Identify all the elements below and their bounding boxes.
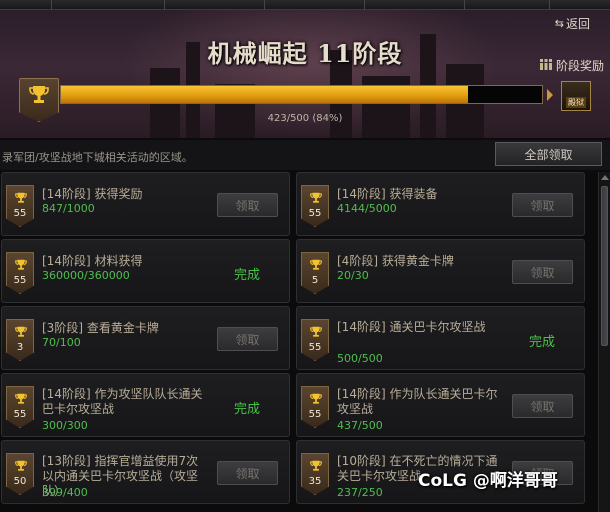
achievement-card: 5 [4阶段] 获得黄金卡牌 20/30 领取 xyxy=(296,239,585,303)
level-number: 55 xyxy=(13,208,27,219)
achievement-title: [4阶段] 获得黄金卡牌 xyxy=(337,254,454,268)
scrollbar[interactable] xyxy=(598,172,610,512)
level-number: 55 xyxy=(308,409,322,420)
watermark: CoLG @啊洋哥哥 xyxy=(418,471,558,491)
achievement-card: 55 [14阶段] 材料获得 360000/360000 完成 xyxy=(1,239,290,303)
achievement-progress: 399/400 xyxy=(42,486,88,499)
trophy-icon xyxy=(29,86,49,103)
trophy-icon xyxy=(309,190,323,209)
return-icon: ⇆ xyxy=(554,17,564,30)
level-number: 50 xyxy=(13,476,27,487)
info-description: 录军团/攻坚战地下城相关活动的区域。 xyxy=(2,151,193,164)
achievement-list: 55 [14阶段] 获得奖励 847/1000 领取 55 [14阶段] 获得装备 4144… xyxy=(0,172,598,512)
level-number: 55 xyxy=(308,342,322,353)
achievement-title: [14阶段] 作为攻坚队队长通关巴卡尔攻坚战 xyxy=(42,387,203,416)
trophy-icon xyxy=(309,257,323,276)
level-number: 35 xyxy=(308,476,322,487)
return-label: 返回 xyxy=(565,17,590,31)
level-badge: 55 xyxy=(301,185,329,227)
trophy-icon xyxy=(309,458,323,477)
level-number: 55 xyxy=(13,275,27,286)
claim-button[interactable]: 领取 xyxy=(512,260,573,284)
info-row: 录军团/攻坚战地下城相关活动的区域。 全部领取 xyxy=(0,140,610,170)
top-tab[interactable] xyxy=(265,0,365,10)
claim-button[interactable]: 领取 xyxy=(217,461,278,485)
achievement-title: [14阶段] 作为队长通关巴卡尔攻坚战 xyxy=(337,387,498,416)
achievement-title: [3阶段] 查看黄金卡牌 xyxy=(42,321,159,335)
achievement-progress: 4144/5000 xyxy=(337,202,397,215)
level-number: 55 xyxy=(13,409,27,420)
achievement-progress: 500/500 xyxy=(337,352,383,365)
achievement-card: 55 [14阶段] 通关巴卡尔攻坚战 500/500 完成 xyxy=(296,306,585,370)
achievement-card: 55 [14阶段] 获得装备 4144/5000 领取 xyxy=(296,172,585,236)
stage-reward-label: 阶段奖励 xyxy=(555,59,604,73)
stage-reward-chest[interactable]: 殿狱 xyxy=(561,81,591,111)
arrow-right-icon xyxy=(547,89,553,101)
top-tab[interactable] xyxy=(52,0,165,10)
achievement-progress: 360000/360000 xyxy=(42,269,130,282)
claim-button[interactable]: 领取 xyxy=(217,193,278,217)
achievement-progress: 237/250 xyxy=(337,486,383,499)
top-tab-strip xyxy=(0,0,610,10)
return-button[interactable]: ⇆ 返回 xyxy=(555,15,590,32)
top-tab[interactable] xyxy=(465,0,550,10)
level-badge: 55 xyxy=(6,386,34,428)
claim-all-button[interactable]: 全部领取 xyxy=(495,142,602,166)
complete-label: 完成 xyxy=(234,402,261,417)
top-tab[interactable] xyxy=(165,0,265,10)
level-badge: 55 xyxy=(301,319,329,361)
scroll-up-icon[interactable] xyxy=(601,175,609,180)
stage-progress-fill xyxy=(61,86,468,103)
level-badge: 5 xyxy=(301,252,329,294)
level-badge: 35 xyxy=(301,453,329,495)
level-number: 5 xyxy=(311,275,319,286)
top-tab[interactable] xyxy=(0,0,52,10)
reward-chest-label: 殿狱 xyxy=(566,97,586,108)
achievement-progress: 20/30 xyxy=(337,269,369,282)
achievement-card: 55 [14阶段] 获得奖励 847/1000 领取 xyxy=(1,172,290,236)
trophy-icon xyxy=(309,391,323,410)
stage-reward-button[interactable]: 阶段奖励 xyxy=(539,57,604,74)
achievement-progress: 70/100 xyxy=(42,336,81,349)
page-title: 机械崛起 11阶段 xyxy=(207,39,403,68)
level-number: 3 xyxy=(16,342,24,353)
level-number: 55 xyxy=(308,208,322,219)
claim-button[interactable]: 领取 xyxy=(512,394,573,418)
scroll-thumb[interactable] xyxy=(601,186,608,346)
achievement-progress: 437/500 xyxy=(337,419,383,432)
stage-progress-bar xyxy=(60,85,543,104)
achievement-title: [14阶段] 通关巴卡尔攻坚战 xyxy=(337,320,486,334)
reward-bars-icon xyxy=(539,58,553,73)
stage-progress-text: 423/500 (84%) xyxy=(267,113,343,124)
level-badge: 55 xyxy=(6,252,34,294)
trophy-icon xyxy=(14,324,28,343)
claim-button[interactable]: 领取 xyxy=(217,327,278,351)
complete-label: 完成 xyxy=(529,335,556,350)
trophy-icon xyxy=(309,324,323,343)
trophy-icon xyxy=(14,391,28,410)
trophy-icon xyxy=(14,458,28,477)
achievement-card: 55 [14阶段] 作为队长通关巴卡尔攻坚战 437/500 领取 xyxy=(296,373,585,437)
achievement-title: [14阶段] 获得装备 xyxy=(337,187,438,201)
achievement-title: [14阶段] 获得奖励 xyxy=(42,187,143,201)
achievement-card: 3 [3阶段] 查看黄金卡牌 70/100 领取 xyxy=(1,306,290,370)
complete-label: 完成 xyxy=(234,268,261,283)
achievement-title: [14阶段] 材料获得 xyxy=(42,254,143,268)
top-tab[interactable] xyxy=(365,0,465,10)
trophy-icon xyxy=(14,190,28,209)
level-badge: 3 xyxy=(6,319,34,361)
trophy-icon xyxy=(14,257,28,276)
level-badge: 55 xyxy=(301,386,329,428)
achievement-progress: 847/1000 xyxy=(42,202,95,215)
level-badge: 55 xyxy=(6,185,34,227)
claim-button[interactable]: 领取 xyxy=(512,193,573,217)
achievement-progress: 300/300 xyxy=(42,419,88,432)
level-badge: 50 xyxy=(6,453,34,495)
achievement-card: 55 [14阶段] 作为攻坚队队长通关巴卡尔攻坚战 300/300 完成 xyxy=(1,373,290,437)
achievement-card: 50 [13阶段] 指挥官增益使用7次以内通关巴卡尔攻坚战（攻坚队） 399/400… xyxy=(1,440,290,504)
